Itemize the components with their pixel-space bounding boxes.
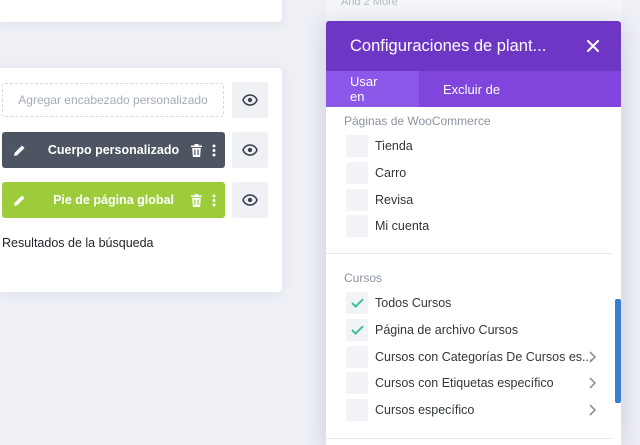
- section-divider: [326, 438, 612, 439]
- checkbox[interactable]: [346, 346, 368, 368]
- trash-icon[interactable]: [191, 143, 202, 157]
- tab-exclude-from[interactable]: Excluir de: [419, 71, 524, 107]
- add-custom-header-button[interactable]: Agregar encabezado personalizado: [2, 83, 224, 117]
- eye-icon: [242, 94, 258, 106]
- eye-icon: [242, 144, 258, 156]
- option-label: Cursos con Etiquetas específico: [375, 376, 554, 390]
- trash-icon[interactable]: [191, 193, 202, 207]
- checkbox-checked[interactable]: [346, 292, 368, 314]
- global-footer-layout[interactable]: Pie de página global: [2, 182, 225, 218]
- option-label: Página de archivo Cursos: [375, 323, 519, 337]
- option-pagina-archivo-cursos[interactable]: Página de archivo Cursos: [346, 319, 518, 341]
- more-options-icon[interactable]: [212, 144, 216, 157]
- footer-layout-label: Pie de página global: [53, 193, 174, 207]
- modal-tabs: Usar en Excluir de: [326, 71, 621, 107]
- option-label: Tienda: [375, 139, 413, 153]
- pencil-icon[interactable]: [2, 144, 36, 157]
- option-label: Revisa: [375, 193, 414, 207]
- option-mi-cuenta[interactable]: Mi cuenta: [346, 215, 429, 237]
- chevron-right-icon[interactable]: [587, 350, 597, 364]
- option-cursos-etiquetas[interactable]: Cursos con Etiquetas específico: [346, 372, 554, 394]
- footer-visibility-toggle[interactable]: [232, 182, 268, 218]
- section-divider: [326, 253, 612, 254]
- modal-scrollbar[interactable]: [615, 299, 621, 403]
- option-tienda[interactable]: Tienda: [346, 135, 413, 157]
- checkbox-checked[interactable]: [346, 319, 368, 341]
- tab-use-on[interactable]: Usar en: [326, 71, 419, 107]
- template-card-top: [0, 0, 282, 22]
- body-visibility-toggle[interactable]: [232, 132, 268, 168]
- checkmark-icon: [350, 325, 364, 335]
- option-cursos-especifico[interactable]: Cursos específico: [346, 399, 474, 421]
- modal-header: Configuraciones de plant...: [326, 21, 621, 71]
- pencil-icon[interactable]: [2, 194, 36, 207]
- template-settings-modal: Configuraciones de plant... Usar en Excl…: [326, 21, 621, 445]
- option-carro[interactable]: Carro: [346, 162, 406, 184]
- checkbox[interactable]: [346, 399, 368, 421]
- checkbox[interactable]: [346, 162, 368, 184]
- header-visibility-toggle[interactable]: [232, 82, 268, 118]
- option-label: Todos Cursos: [375, 296, 452, 310]
- option-label: Cursos específico: [375, 403, 475, 417]
- close-icon[interactable]: [585, 38, 601, 54]
- option-todos-cursos[interactable]: Todos Cursos: [346, 292, 451, 314]
- template-card: Agregar encabezado personalizado Cuerpo …: [0, 68, 282, 292]
- custom-body-layout[interactable]: Cuerpo personalizado: [2, 132, 225, 168]
- and-more-label: And 2 More: [341, 0, 398, 8]
- option-label: Mi cuenta: [375, 219, 430, 233]
- checkbox[interactable]: [346, 135, 368, 157]
- option-revisa[interactable]: Revisa: [346, 189, 413, 211]
- template-name: Resultados de la búsqueda: [2, 236, 154, 250]
- checkmark-icon: [350, 298, 364, 308]
- option-label: Carro: [375, 166, 407, 180]
- modal-title: Configuraciones de plant...: [350, 36, 547, 55]
- checkbox[interactable]: [346, 372, 368, 394]
- modal-body: Páginas de WooCommerce Tienda Carro Revi…: [326, 107, 621, 445]
- section-title-woocommerce: Páginas de WooCommerce: [344, 114, 491, 128]
- eye-icon: [242, 194, 258, 206]
- option-label: Cursos con Categorías De Cursos es...: [375, 350, 593, 364]
- checkbox[interactable]: [346, 189, 368, 211]
- more-options-icon[interactable]: [212, 194, 216, 207]
- option-cursos-categorias[interactable]: Cursos con Categorías De Cursos es...: [346, 346, 606, 368]
- chevron-right-icon[interactable]: [587, 376, 597, 390]
- chevron-right-icon[interactable]: [587, 403, 597, 417]
- checkbox[interactable]: [346, 215, 368, 237]
- section-title-cursos: Cursos: [344, 271, 383, 285]
- body-layout-label: Cuerpo personalizado: [47, 143, 180, 157]
